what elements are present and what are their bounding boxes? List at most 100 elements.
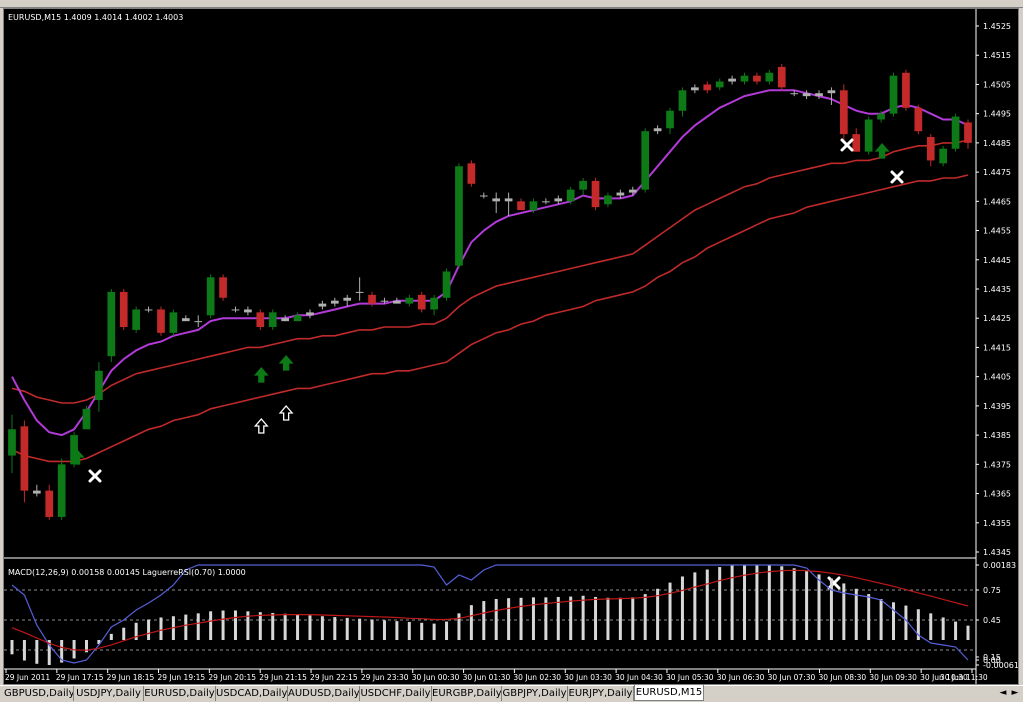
chart-tab[interactable]: USDCAD,Daily xyxy=(216,686,288,701)
macd-bar xyxy=(283,613,287,640)
chart-tab[interactable]: EURGBP,Daily xyxy=(432,686,502,701)
candle-body xyxy=(57,464,66,517)
price-label: 1.4345 xyxy=(983,548,1011,557)
candle-body xyxy=(753,75,761,82)
macd-bar xyxy=(755,565,759,640)
time-label: 30 Jun 07:30 xyxy=(768,673,816,682)
price-chart[interactable]: 1.4525 1.4515 1.4505 1.4495 1.4485 1.4475 1.44… xyxy=(4,9,1018,684)
macd-bar xyxy=(10,640,14,655)
candle-body xyxy=(32,490,41,494)
candle-body xyxy=(777,66,786,88)
macd-bar xyxy=(22,640,26,661)
price-label: 1.4385 xyxy=(983,431,1011,440)
price-label: 1.4505 xyxy=(983,80,1011,89)
price-label: 1.4495 xyxy=(983,110,1011,119)
macd-bar xyxy=(469,605,473,640)
chart-tab[interactable]: USDJPY,Daily xyxy=(74,686,144,701)
time-label: 30 Jun 11:30 xyxy=(940,673,988,682)
candle-body xyxy=(517,201,525,211)
indicator-label: 0.00183 xyxy=(983,561,1016,570)
macd-bar xyxy=(867,594,871,640)
candle-body xyxy=(219,277,227,298)
candle-body xyxy=(715,81,724,88)
macd-bar xyxy=(594,596,598,640)
chart-tab[interactable]: USDCHF,Daily xyxy=(360,686,432,701)
candle-body xyxy=(827,90,836,94)
time-label: 30 Jun 02:30 xyxy=(513,673,561,682)
macd-bar xyxy=(147,619,151,640)
candle-body xyxy=(430,297,438,310)
chart-tab-bar: GBPUSD,Daily USDJPY,Daily EURUSD,Daily USDC… xyxy=(0,685,1023,702)
macd-bar xyxy=(693,572,697,640)
time-label: 30 Jun 06:30 xyxy=(717,673,765,682)
candle-body xyxy=(8,429,16,456)
candle-body xyxy=(852,134,861,152)
candle-body xyxy=(20,426,29,491)
candle-body xyxy=(691,87,699,91)
macd-bar xyxy=(370,619,374,640)
macd-bar xyxy=(718,567,722,640)
candle-body xyxy=(864,119,873,152)
candle-body xyxy=(666,110,674,129)
macd-bar xyxy=(618,597,622,640)
chart-tab[interactable]: GBPUSD,Daily xyxy=(4,686,74,701)
macd-bar xyxy=(395,621,399,640)
macd-bar xyxy=(730,565,734,640)
candle-body xyxy=(107,291,116,357)
macd-bar xyxy=(705,569,709,640)
macd-bar xyxy=(842,583,846,640)
macd-bar xyxy=(494,599,498,640)
candle-body xyxy=(616,192,625,196)
candle-body xyxy=(368,294,376,304)
candle-body xyxy=(244,309,252,313)
macd-bar xyxy=(320,616,324,640)
macd-bar xyxy=(854,588,858,640)
indicator-label: 0.75 xyxy=(983,586,1001,595)
chart-window[interactable]: 1.4525 1.4515 1.4505 1.4495 1.4485 1.4475 1.44… xyxy=(3,8,1019,685)
candle-body xyxy=(678,90,687,111)
candle-body xyxy=(939,148,948,164)
price-label: 1.4365 xyxy=(983,490,1011,499)
chart-tab[interactable]: AUDUSD,Daily xyxy=(288,686,360,701)
macd-bar xyxy=(271,612,275,640)
price-label: 1.4425 xyxy=(983,314,1011,323)
price-label: 1.4515 xyxy=(983,51,1011,60)
macd-bar xyxy=(308,615,312,640)
macd-bar xyxy=(581,595,585,640)
macd-bar xyxy=(531,597,535,640)
chart-tab[interactable]: EURUSD,M15 xyxy=(634,685,704,701)
candle-body xyxy=(231,309,240,311)
price-label: 1.4355 xyxy=(983,519,1011,528)
candle-body xyxy=(45,490,54,517)
price-label: 1.4435 xyxy=(983,285,1011,294)
chart-tab[interactable]: EURUSD,Daily xyxy=(144,686,216,701)
price-label: 1.4445 xyxy=(983,256,1011,265)
candle-body xyxy=(740,75,749,82)
macd-bar xyxy=(482,601,486,640)
macd-bar xyxy=(209,611,213,640)
macd-bar xyxy=(656,588,660,640)
scroll-left-icon[interactable]: ◄ xyxy=(998,688,1008,699)
chart-tab[interactable]: GBPJPY,Daily xyxy=(502,686,568,701)
scroll-right-icon[interactable]: ► xyxy=(1010,688,1020,699)
macd-bar xyxy=(507,598,511,640)
chart-tab[interactable]: EURJPY,Daily xyxy=(568,686,634,701)
candle-body xyxy=(604,195,612,205)
macd-bar xyxy=(966,625,970,640)
macd-bar xyxy=(122,627,126,640)
symbol-header: EURUSD,M15 1.4009 1.4014 1.4002 1.4003 xyxy=(8,13,183,22)
candle-body xyxy=(653,128,662,132)
macd-bar xyxy=(668,582,672,640)
candle-body xyxy=(256,312,265,327)
macd-bar xyxy=(258,612,262,640)
macd-bar xyxy=(196,613,200,640)
candle-body xyxy=(914,107,923,132)
macd-bar xyxy=(221,610,225,640)
candle-body xyxy=(417,294,426,310)
time-label: 29 Jun 21:15 xyxy=(259,673,307,682)
macd-bar xyxy=(829,578,833,640)
macd-bar xyxy=(233,610,237,640)
candle-body xyxy=(380,300,389,302)
macd-bar xyxy=(420,622,424,640)
macd-bar xyxy=(805,571,809,640)
